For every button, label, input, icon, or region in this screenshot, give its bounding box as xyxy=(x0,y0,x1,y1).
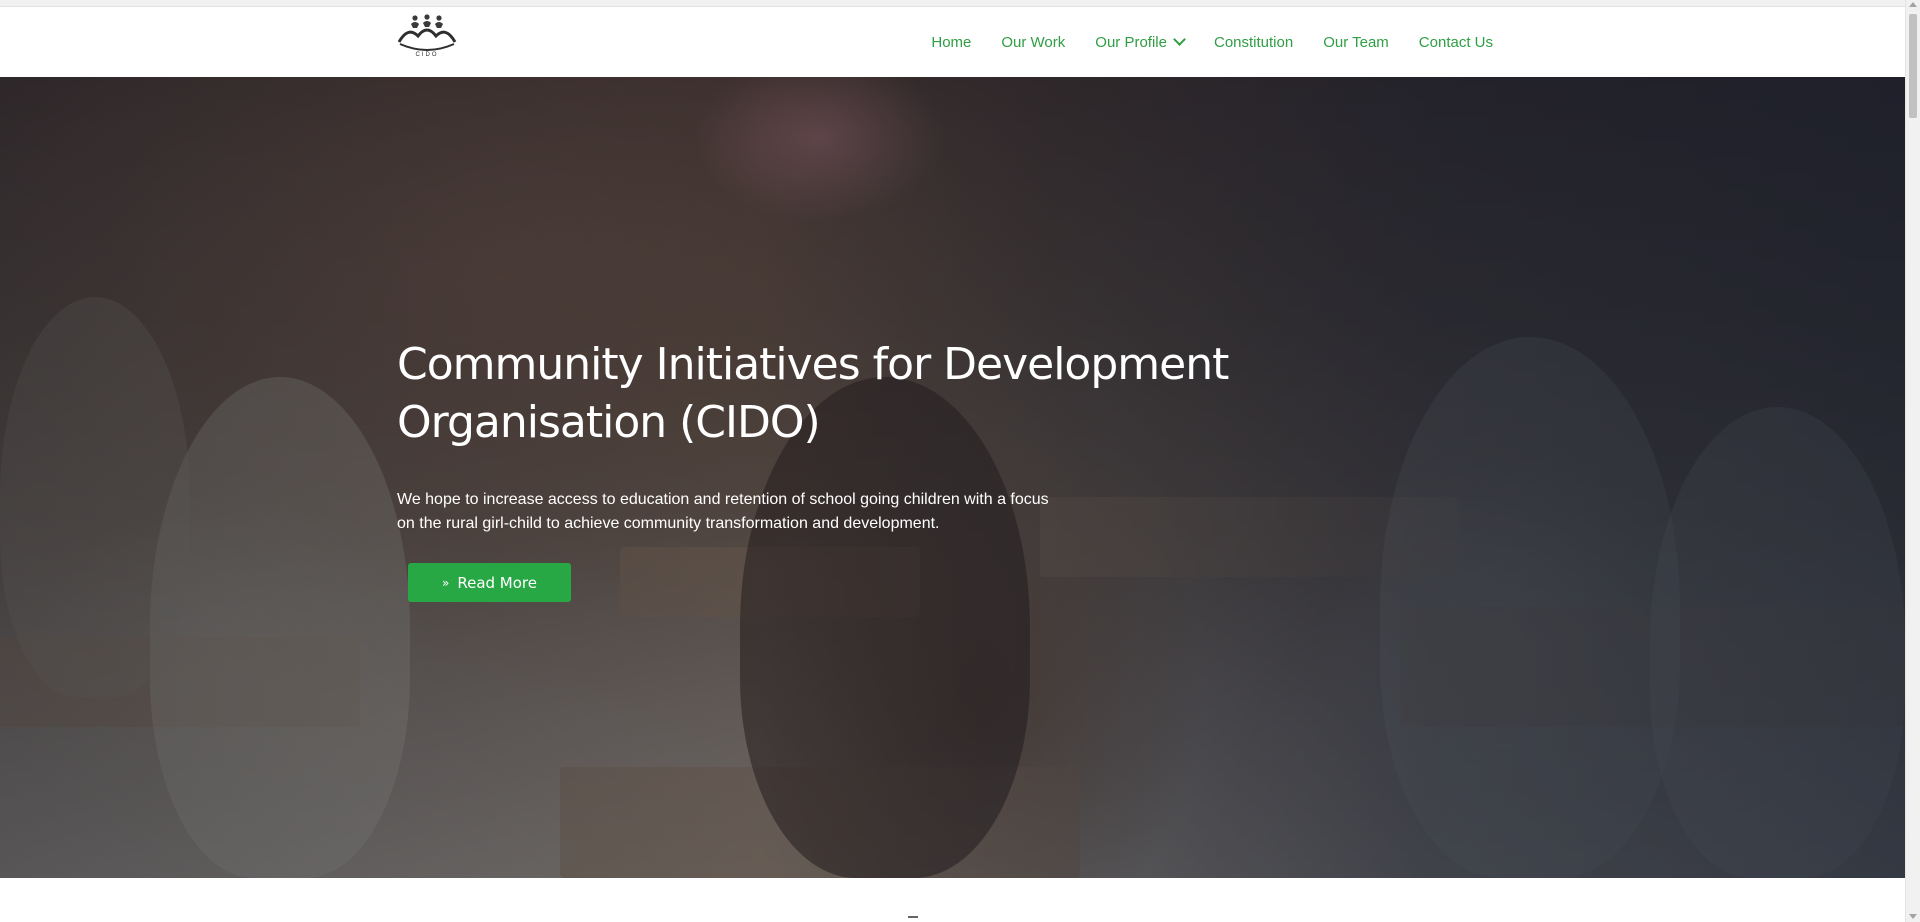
hero-title: Community Initiatives for Development Or… xyxy=(397,339,1229,448)
read-more-label: Read More xyxy=(457,573,537,592)
scroll-up-arrow-icon[interactable] xyxy=(1909,2,1917,7)
next-section xyxy=(0,878,1905,922)
cido-logo[interactable]: CIDO xyxy=(396,14,458,58)
nav-contact-us-label: Contact Us xyxy=(1418,33,1493,51)
nav-our-work-label: Our Work xyxy=(1001,33,1066,51)
scroll-down-arrow-icon[interactable] xyxy=(1909,914,1917,919)
nav-our-team-label: Our Team xyxy=(1323,33,1389,51)
hero-section: Community Initiatives for Development Or… xyxy=(0,77,1905,878)
page-scrollbar[interactable] xyxy=(1905,0,1920,922)
nav-contact-us[interactable]: Contact Us xyxy=(1419,34,1493,51)
logo-text: CIDO xyxy=(416,52,439,58)
site-header: CIDO Home Our Work Our Profile Constitut… xyxy=(0,7,1905,77)
nav-our-team[interactable]: Our Team xyxy=(1323,34,1389,51)
nav-our-profile-label: Our Profile xyxy=(1095,33,1167,51)
hero-overlay xyxy=(0,77,1905,878)
nav-our-work[interactable]: Our Work xyxy=(1001,34,1065,51)
nav-constitution[interactable]: Constitution xyxy=(1214,34,1293,51)
chevron-down-icon xyxy=(1173,33,1186,46)
nav-home[interactable]: Home xyxy=(931,34,971,51)
nav-constitution-label: Constitution xyxy=(1213,33,1294,51)
logo-image: CIDO xyxy=(397,14,457,58)
page: CIDO Home Our Work Our Profile Constitut… xyxy=(0,0,1920,922)
hero-description: We hope to increase access to education … xyxy=(397,491,1049,532)
nav-our-profile[interactable]: Our Profile xyxy=(1095,33,1186,51)
read-more-button[interactable]: » Read More xyxy=(408,563,571,602)
nav-home-label: Home xyxy=(931,33,972,51)
main-nav: Home Our Work Our Profile Constitution O… xyxy=(931,7,1493,77)
double-chevron-down-icon: » xyxy=(442,575,450,590)
section-divider xyxy=(908,916,918,922)
browser-top-strip xyxy=(0,0,1905,7)
scrollbar-thumb[interactable] xyxy=(1909,14,1917,118)
